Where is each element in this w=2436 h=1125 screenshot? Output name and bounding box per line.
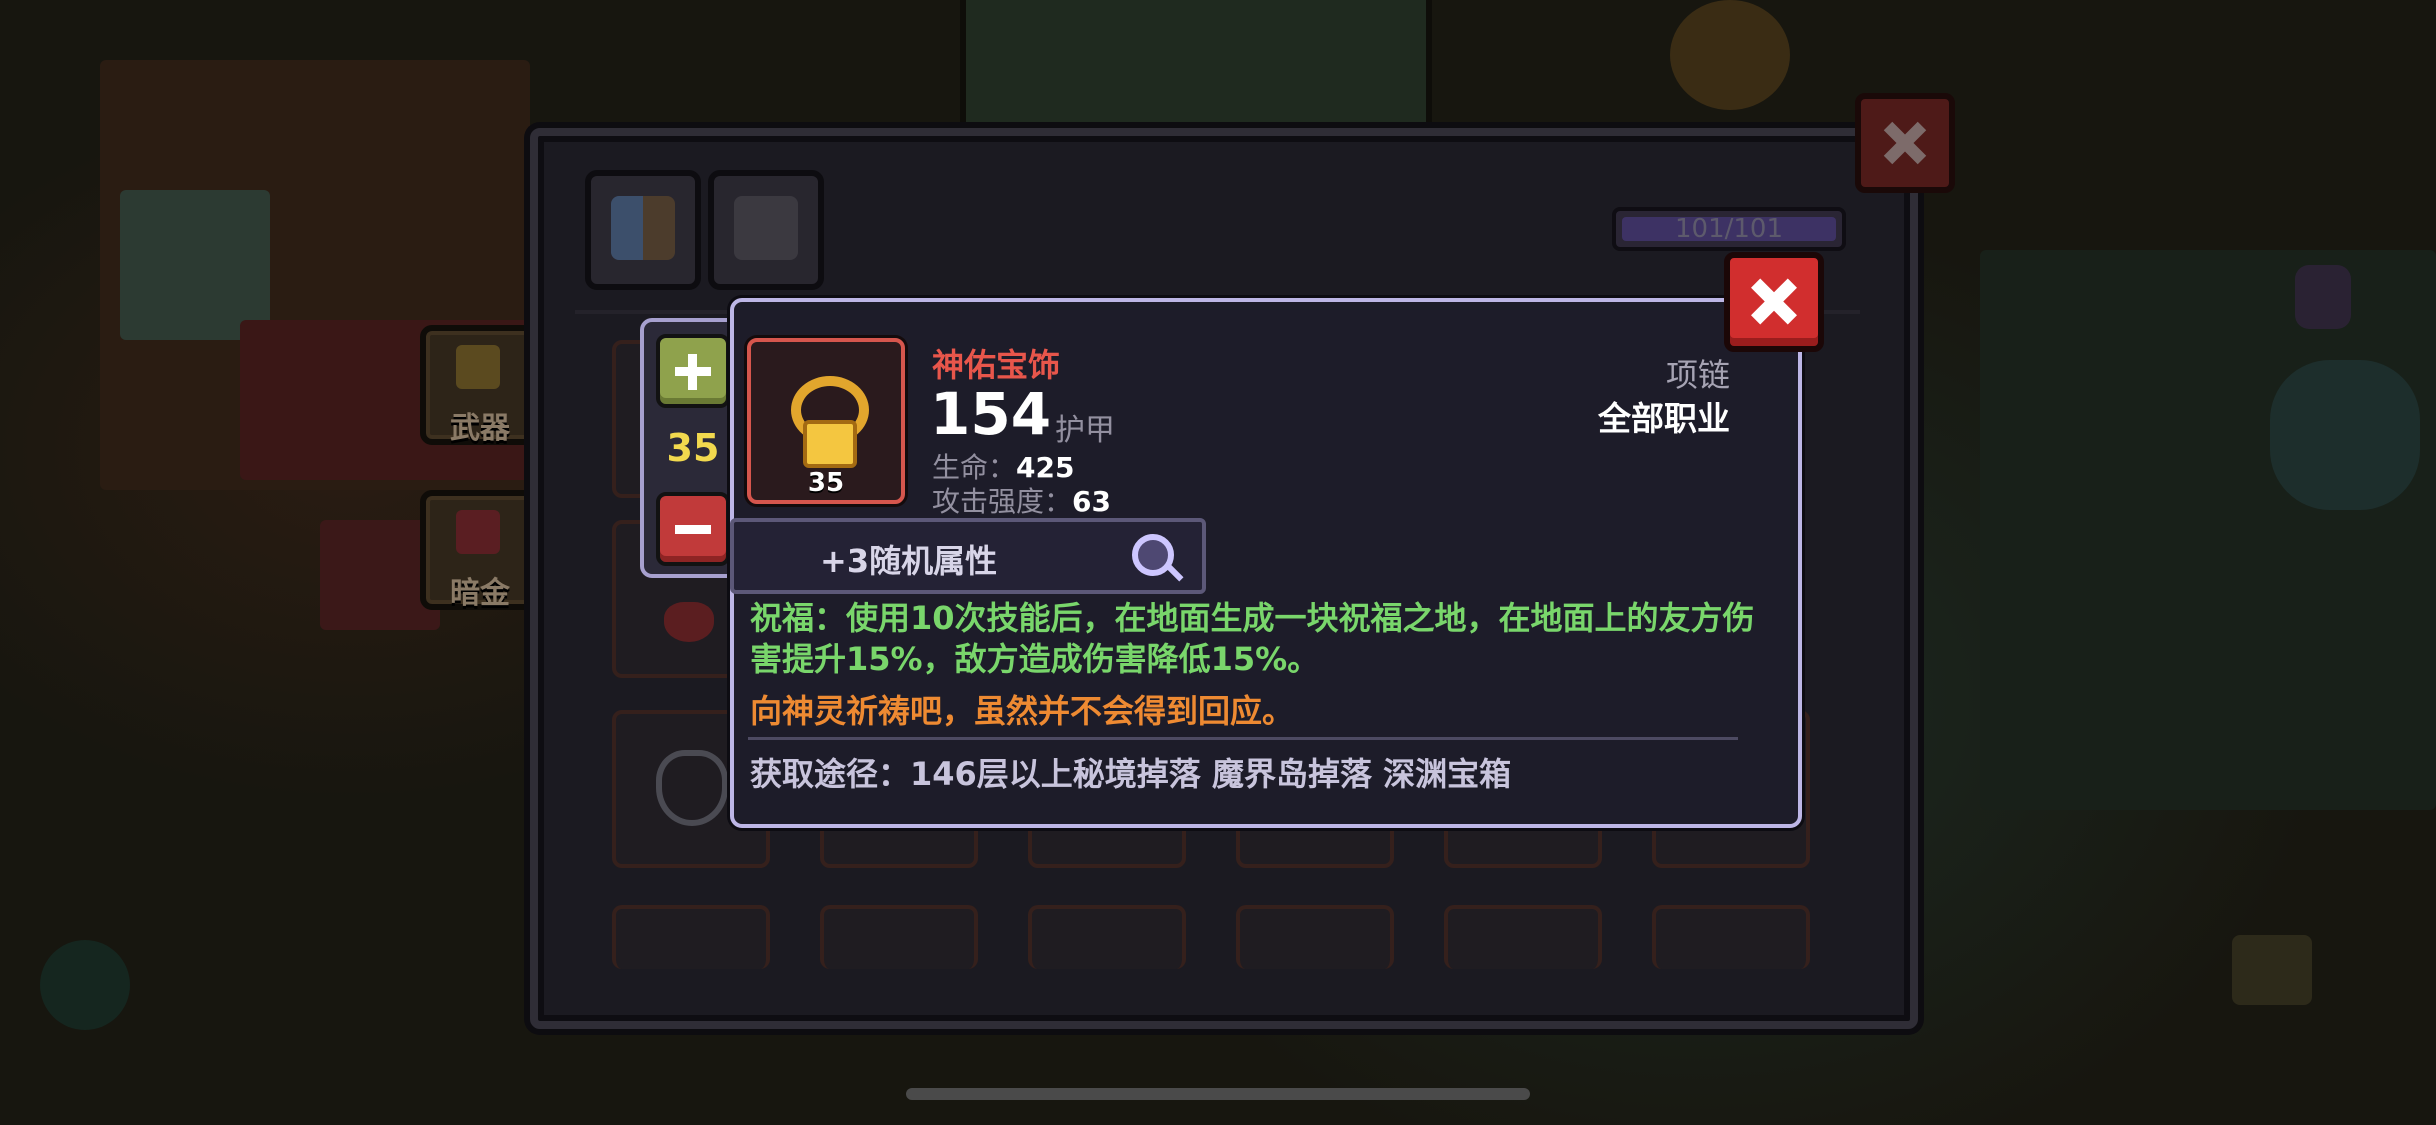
gem-pendant-icon — [803, 420, 857, 468]
acquisition-source: 获取途径：146层以上秘境掉落 魔界岛掉落 深渊宝箱 — [750, 755, 1512, 793]
armor-label: 护甲 — [1055, 413, 1115, 448]
background-crystal — [40, 940, 130, 1030]
random-attributes-label: +3随机属性 — [820, 542, 998, 580]
sidebar-tab-weapon-label: 武器 — [450, 411, 510, 446]
stat-attack-power: 攻击强度：63 — [932, 480, 1111, 520]
inventory-slot[interactable] — [1236, 905, 1394, 969]
inventory-slot[interactable] — [1028, 905, 1186, 969]
item-icon-level: 35 — [807, 468, 845, 498]
weapon-icon — [456, 345, 500, 389]
capacity-text: 101/101 — [1674, 214, 1783, 244]
class-requirement: 全部职业 — [1598, 399, 1730, 438]
necklace-icon — [656, 750, 728, 826]
tab-color-filter[interactable] — [585, 170, 701, 290]
inventory-slot[interactable] — [612, 905, 770, 969]
stat-attack-label: 攻击强度： — [932, 485, 1073, 518]
home-indicator[interactable] — [906, 1088, 1530, 1100]
sidebar-tab-darkgold-label: 暗金 — [450, 576, 510, 611]
sidebar-tab-weapon[interactable]: 武器 — [420, 325, 540, 446]
inventory-slot[interactable] — [820, 905, 978, 969]
tab-monster[interactable] — [708, 170, 824, 290]
inventory-capacity-bar: 101/101 — [1612, 207, 1846, 251]
darkgold-icon — [456, 510, 500, 554]
flavor-text: 向神灵祈祷吧，虽然并不会得到回应。 — [750, 692, 1295, 730]
background-wall — [1980, 250, 2436, 810]
inventory-slot[interactable] — [1444, 905, 1602, 969]
level-increase-button[interactable] — [656, 334, 730, 408]
inventory-slot[interactable] — [1652, 905, 1810, 969]
background-medallion — [1670, 0, 1790, 110]
armor-value: 154 — [930, 380, 1052, 448]
background-banner — [120, 190, 270, 340]
inventory-close-button[interactable] — [1855, 93, 1955, 193]
color-grid-icon — [611, 196, 675, 260]
stat-attack-value: 63 — [1072, 485, 1111, 518]
magnifier-icon — [1132, 534, 1174, 576]
item-slot-type: 项链 — [1665, 356, 1730, 394]
close-icon[interactable] — [1724, 252, 1824, 352]
random-attributes-button[interactable]: +3随机属性 — [730, 518, 1206, 594]
card-divider — [748, 737, 1738, 740]
stepper-level-value: 35 — [666, 426, 720, 470]
sidebar-tab-darkgold[interactable]: 暗金 — [420, 490, 540, 611]
blessing-description: 祝福：使用10次技能后，在地面生成一块祝福之地，在地面上的友方伤害提升15%，敌… — [750, 599, 1755, 678]
background-npc — [2270, 360, 2420, 510]
item-icon-frame: 35 — [747, 338, 905, 504]
background-marker-crown — [2232, 935, 2312, 1005]
level-decrease-button[interactable] — [656, 492, 730, 566]
heart-icon — [664, 602, 714, 642]
monster-icon — [734, 196, 798, 260]
background-marker-purple — [2295, 265, 2351, 329]
